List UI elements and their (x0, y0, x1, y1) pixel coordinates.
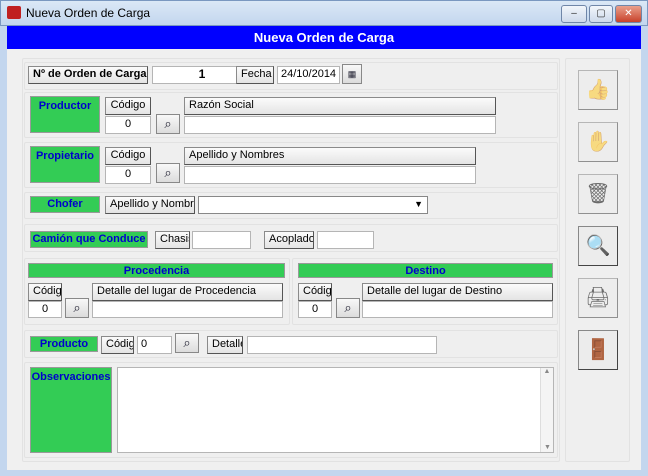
producto-detalle-label[interactable]: Detalle (207, 336, 243, 354)
minimize-button[interactable]: ‒ (561, 5, 587, 23)
procedencia-detalle-label[interactable]: Detalle del lugar de Procedencia (92, 283, 283, 301)
propietario-search-binoculars-icon[interactable]: ⌕ (156, 163, 180, 183)
acoplado-label[interactable]: Acoplado (264, 231, 314, 249)
razon-social-field[interactable] (184, 116, 496, 134)
search-document-icon: 🔍 (585, 235, 611, 257)
observaciones-textarea[interactable] (117, 367, 554, 453)
propietario-nombre-field[interactable] (184, 166, 476, 184)
printer-icon: 🖨 (585, 287, 611, 309)
exit-button[interactable]: 🚪 (578, 330, 618, 370)
observaciones-scrollbar[interactable]: ▲ ▼ (540, 368, 553, 452)
destino-label: Destino (298, 263, 553, 278)
delete-button[interactable]: 🗑 (578, 174, 618, 214)
producto-search-binoculars-icon[interactable]: ⌕ (175, 333, 199, 353)
productor-codigo-field[interactable]: 0 (105, 116, 151, 134)
procedencia-detalle-field[interactable] (92, 301, 283, 318)
close-button[interactable]: ✕ (615, 5, 642, 23)
chofer-label: Chofer (30, 196, 100, 213)
chofer-select[interactable]: ▼ (198, 196, 428, 214)
acoplado-field[interactable] (317, 231, 374, 249)
propietario-label: Propietario (30, 146, 100, 183)
trash-icon: 🗑 (585, 183, 611, 205)
chevron-down-icon: ▼ (414, 199, 423, 209)
destino-detalle-label[interactable]: Detalle del lugar de Destino (362, 283, 553, 301)
propietario-nombre-label[interactable]: Apellido y Nombres (184, 147, 476, 165)
accept-icon: 👍 (585, 79, 611, 101)
procedencia-codigo-label[interactable]: Código (28, 283, 62, 301)
razon-social-label[interactable]: Razón Social (184, 97, 496, 115)
destino-detalle-field[interactable] (362, 301, 553, 318)
window-title: Nueva Orden de Carga (26, 6, 151, 20)
orden-number-label[interactable]: Nº de Orden de Carga (28, 66, 148, 84)
cancel-icon: ✋ (585, 131, 611, 153)
observaciones-label: Observaciones (30, 367, 112, 453)
productor-search-binoculars-icon[interactable]: ⌕ (156, 114, 180, 134)
chasis-field[interactable] (192, 231, 251, 249)
producto-detalle-field[interactable] (247, 336, 437, 354)
camion-label: Camión que Conduce (30, 231, 148, 248)
producto-label: Producto (30, 336, 98, 352)
chofer-nombre-label[interactable]: Apellido y Nombres (105, 196, 195, 214)
form-header: Nueva Orden de Carga (7, 26, 641, 49)
producto-codigo-field[interactable]: 0 (137, 336, 172, 354)
fecha-field[interactable]: 24/10/2014 (277, 66, 340, 84)
maximize-button[interactable]: ▢ (589, 5, 613, 23)
search-button[interactable]: 🔍 (578, 226, 618, 266)
procedencia-codigo-field[interactable]: 0 (28, 301, 62, 318)
destino-codigo-field[interactable]: 0 (298, 301, 332, 318)
print-button[interactable]: 🖨 (578, 278, 618, 318)
producto-codigo-label[interactable]: Código (101, 336, 134, 354)
propietario-codigo-field[interactable]: 0 (105, 166, 151, 184)
exit-door-icon: 🚪 (585, 339, 611, 361)
calendar-icon[interactable]: ▦ (342, 64, 362, 84)
procedencia-search-binoculars-icon[interactable]: ⌕ (65, 298, 89, 318)
procedencia-label: Procedencia (28, 263, 285, 278)
fecha-label[interactable]: Fecha (236, 66, 274, 84)
productor-label: Productor (30, 96, 100, 133)
productor-codigo-label[interactable]: Código (105, 97, 151, 115)
chasis-label[interactable]: Chasis (155, 231, 190, 249)
accept-button[interactable]: 👍 (578, 70, 618, 110)
destino-codigo-label[interactable]: Código (298, 283, 332, 301)
destino-search-binoculars-icon[interactable]: ⌕ (336, 298, 360, 318)
app-truck-icon (7, 6, 21, 19)
propietario-codigo-label[interactable]: Código (105, 147, 151, 165)
cancel-button[interactable]: ✋ (578, 122, 618, 162)
